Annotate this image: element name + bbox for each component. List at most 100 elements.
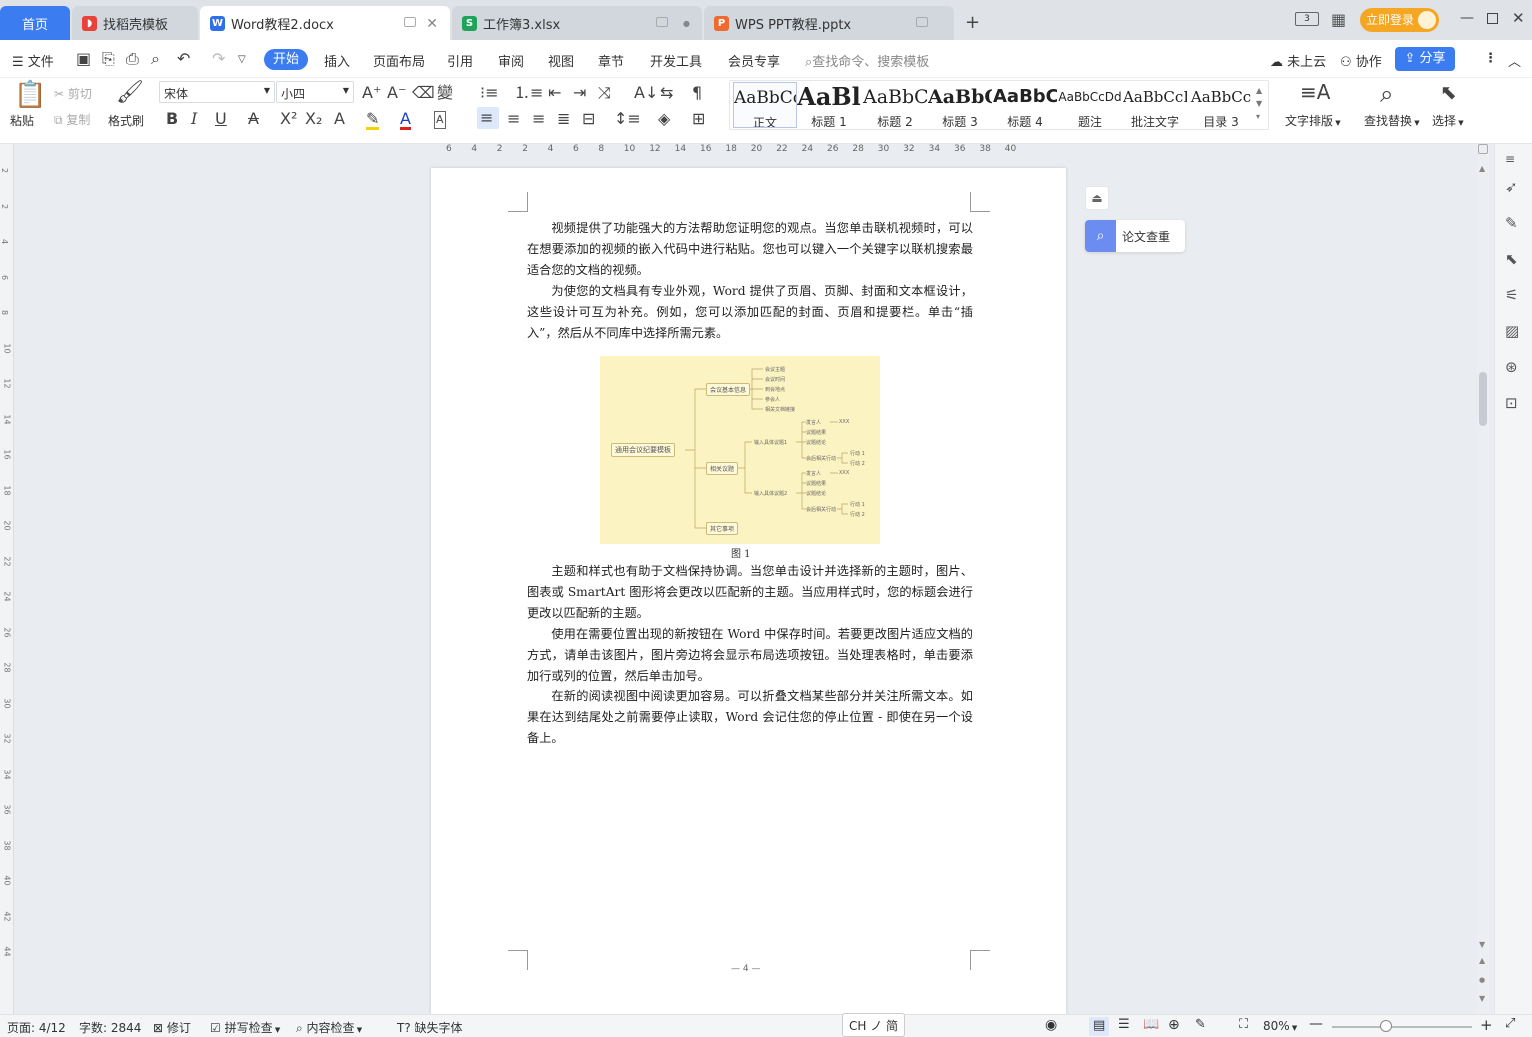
format-painter-button[interactable]: 格式刷: [108, 112, 144, 129]
missing-font-button[interactable]: T? 缺失字体: [397, 1019, 463, 1036]
text-layout-icon[interactable]: ≡A: [1300, 82, 1330, 102]
tab-window-icon[interactable]: [656, 17, 668, 27]
paragraph[interactable]: 在新的阅读视图中阅读更加容易。可以折叠文档某些部分并关注所需文本。如果在达到结尾…: [527, 686, 973, 748]
style-toc3[interactable]: AaBbCc 目录 3: [1189, 82, 1253, 128]
collab-button[interactable]: ⚇ 协作: [1340, 51, 1382, 70]
copy-button[interactable]: ⧉ 复制: [54, 111, 90, 128]
shading-icon[interactable]: ◈: [658, 111, 670, 127]
align-center-icon[interactable]: ≡: [507, 111, 520, 127]
text-layout-button[interactable]: 文字排版 ▼: [1285, 112, 1341, 129]
cursor-icon[interactable]: ⬉: [1440, 82, 1457, 102]
vertical-scrollbar[interactable]: ▲ ▼ ▲ ● ▼: [1477, 144, 1489, 1014]
maximize-icon[interactable]: [1487, 13, 1498, 24]
superscript-icon[interactable]: X²: [280, 111, 297, 127]
pen-icon[interactable]: ✎: [1505, 214, 1518, 232]
tab-pptx[interactable]: P WPS PPT教程.pptx: [704, 6, 954, 40]
font-color-icon[interactable]: A: [400, 111, 411, 130]
tab-references[interactable]: 引用: [447, 51, 473, 70]
borders-icon[interactable]: ⊞: [692, 111, 705, 127]
bullets-icon[interactable]: ⁝≡: [480, 85, 499, 101]
style-normal[interactable]: AaBbCcI 正文: [733, 82, 797, 128]
export-pdf-icon[interactable]: ⎘: [102, 51, 115, 67]
cloud-status[interactable]: ☁ 未上云: [1270, 51, 1326, 70]
scrollbar-top-icon[interactable]: [1478, 144, 1488, 154]
format-painter-icon[interactable]: 🖌: [116, 82, 144, 104]
command-search[interactable]: ⌕查找命令、搜索模板: [805, 51, 929, 70]
share-button[interactable]: ⇪ 分享: [1395, 47, 1455, 71]
strikethrough-icon[interactable]: A: [248, 111, 259, 127]
text-direction-icon[interactable]: ⇆: [660, 85, 673, 101]
increase-indent-icon[interactable]: ⇥: [573, 85, 586, 101]
collapse-ribbon-icon[interactable]: ︿: [1508, 51, 1521, 70]
save-icon[interactable]: ▣: [76, 51, 91, 67]
tab-window-icon[interactable]: [916, 17, 928, 27]
scroll-down-icon[interactable]: ▼: [1479, 940, 1485, 949]
zoom-out-icon[interactable]: —: [1309, 1016, 1323, 1032]
line-spacing-icon[interactable]: ↕≡: [614, 111, 641, 127]
style-heading4[interactable]: AaBbC 标题 4: [993, 82, 1057, 128]
tab-xlsx[interactable]: S 工作簿3.xlsx ●: [452, 6, 702, 40]
adjust-icon[interactable]: ⚟: [1505, 286, 1518, 304]
style-heading1[interactable]: AaBl 标题 1: [797, 82, 861, 128]
tab-member[interactable]: 会员专享: [728, 51, 780, 70]
tab-view[interactable]: 视图: [548, 51, 574, 70]
show-marks-icon[interactable]: ¶: [692, 85, 702, 101]
paragraph[interactable]: 视频提供了功能强大的方法帮助您证明您的观点。当您单击联机视频时，可以在想要添加的…: [527, 218, 973, 280]
tab-home[interactable]: 首页: [0, 6, 70, 40]
paragraph[interactable]: 主题和样式也有助于文档保持协调。当您单击设计并选择新的主题时，图片、图表或 Sm…: [527, 561, 973, 623]
find-icon[interactable]: ⌕: [1380, 82, 1393, 106]
style-heading3[interactable]: AaBbC 标题 3: [928, 82, 992, 128]
grow-font-icon[interactable]: A⁺: [362, 85, 381, 101]
revise-button[interactable]: ⊠ 修订: [153, 1019, 191, 1036]
sort-icon[interactable]: A↓: [634, 85, 658, 101]
login-button[interactable]: 立即登录: [1360, 8, 1439, 32]
page-indicator[interactable]: 页面: 4/12: [7, 1019, 66, 1036]
vertical-ruler[interactable]: 2 2 4 6 8 10 12 14 16 18 20 22 24 26 28 30 32 34 36 38 40 42 4…: [0, 144, 14, 1014]
document-page[interactable]: 视频提供了功能强大的方法帮助您证明您的观点。当您单击联机视频时，可以在想要添加的…: [431, 168, 1066, 1014]
phonetic-icon[interactable]: 變: [437, 85, 453, 101]
word-count[interactable]: 字数: 2844: [79, 1019, 141, 1036]
book-icon[interactable]: ⊡: [1505, 394, 1518, 412]
scrollbar-thumb[interactable]: [1479, 372, 1487, 426]
style-heading2[interactable]: AaBbC 标题 2: [863, 82, 927, 128]
zoom-in-icon[interactable]: +: [1480, 1016, 1493, 1034]
clear-format-icon[interactable]: ⌫: [412, 85, 435, 101]
cut-button[interactable]: ✂ 剪切: [54, 85, 92, 102]
fullscreen-icon[interactable]: ⤢: [1505, 1016, 1515, 1031]
new-tab-icon[interactable]: +: [965, 12, 980, 33]
tab-developer[interactable]: 开发工具: [650, 51, 702, 70]
bold-icon[interactable]: B: [166, 111, 178, 127]
read-view-icon[interactable]: 📖: [1143, 1017, 1159, 1032]
more-icon[interactable]: ⋮: [1484, 51, 1497, 66]
zoom-slider-thumb[interactable]: [1380, 1020, 1392, 1032]
tab-page-layout[interactable]: 页面布局: [373, 51, 425, 70]
tab-window-icon[interactable]: [404, 17, 416, 27]
undo-icon[interactable]: ↶: [177, 51, 190, 67]
paragraph[interactable]: 使用在需要位置出现的新按钮在 Word 中保存时间。若要更改图片适应文档的方式，…: [527, 624, 973, 686]
text-effect-icon[interactable]: A: [334, 111, 345, 127]
select-button[interactable]: 选择 ▼: [1432, 112, 1464, 129]
paragraph[interactable]: 为使您的文档具有专业外观，Word 提供了页眉、页脚、封面和文本框设计，这些设计…: [527, 281, 973, 343]
write-view-icon[interactable]: ✎: [1195, 1017, 1206, 1032]
prev-page-icon[interactable]: ▲: [1479, 956, 1485, 965]
style-scroll-icon[interactable]: ▲ ▼ ▾: [1256, 84, 1262, 123]
paste-button[interactable]: 粘贴: [10, 112, 34, 129]
horizontal-ruler[interactable]: 6 4 2 2 4 6 8 10 12 14 16 18 20 22 24 26 28 30 32 34 36 38 40: [431, 144, 1066, 160]
location-icon[interactable]: ⊛: [1505, 358, 1518, 376]
web-view-icon[interactable]: ⊕: [1168, 1017, 1180, 1033]
justify-icon[interactable]: ≣: [557, 111, 570, 127]
next-page-icon[interactable]: ▼: [1479, 994, 1485, 1003]
tab-insert[interactable]: 插入: [324, 51, 350, 70]
tab-review[interactable]: 审阅: [498, 51, 524, 70]
subscript-icon[interactable]: X₂: [305, 111, 322, 127]
outline-view-icon[interactable]: ☰: [1118, 1017, 1130, 1032]
close-window-icon[interactable]: ✕: [1512, 9, 1525, 27]
mindmap-image[interactable]: 通用会议纪要模板 会议基本信息 相关议题 其它事项 会议主题 会议时间 到会地点…: [600, 356, 880, 544]
chinese-layout-icon[interactable]: ⤨: [598, 85, 611, 101]
image-tool-icon[interactable]: ▨: [1505, 322, 1519, 340]
underline-icon[interactable]: U: [215, 111, 227, 127]
font-size-select[interactable]: 小四 ▼: [276, 81, 354, 103]
tab-chapter[interactable]: 章节: [598, 51, 624, 70]
align-right-icon[interactable]: ≡: [532, 111, 545, 127]
layout-3-icon[interactable]: 3: [1295, 12, 1319, 26]
